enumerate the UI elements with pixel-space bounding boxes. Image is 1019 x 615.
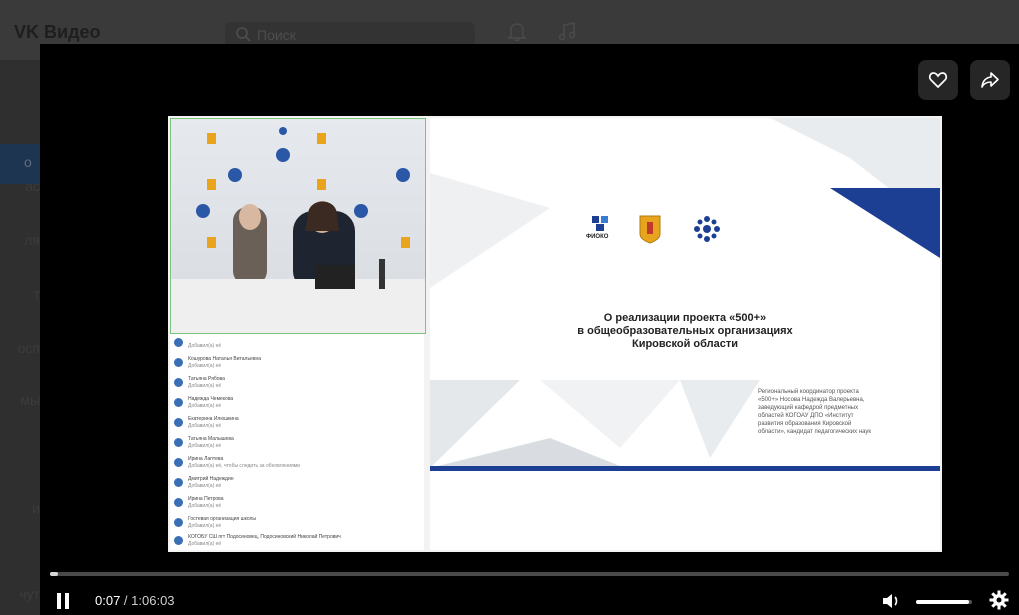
- volume-slider[interactable]: [916, 600, 972, 604]
- kirov-emblem: [639, 215, 661, 244]
- sidebar-item[interactable]: чут: [0, 586, 40, 606]
- like-button[interactable]: [918, 60, 958, 100]
- pause-icon: [57, 593, 61, 609]
- avatar: [174, 438, 183, 447]
- duration: 1:06:03: [131, 593, 175, 608]
- search-placeholder: Поиск: [257, 27, 296, 43]
- camera-feed: [170, 118, 426, 334]
- music-note-icon[interactable]: [556, 20, 578, 42]
- progress-bar[interactable]: [50, 572, 1009, 576]
- current-time: 0:07: [95, 593, 121, 608]
- volume-fill: [916, 600, 970, 604]
- slide-title: О реализации проекта «500+» в общеобразо…: [577, 312, 793, 350]
- volume-icon[interactable]: [882, 592, 902, 610]
- bell-icon[interactable]: [506, 20, 528, 42]
- video-player[interactable]: Добавил(а) её Кошурова Наталья Витальевн…: [40, 44, 1019, 615]
- sidebar-item[interactable]: мы: [0, 392, 40, 412]
- search-icon: [236, 27, 251, 42]
- sidebar-item[interactable]: осп: [0, 340, 40, 360]
- avatar: [174, 458, 183, 467]
- chat-panel: Добавил(а) её Кошурова Наталья Витальевн…: [170, 334, 424, 550]
- sidebar-behind-modal: о ас ля т осп мы и чут: [0, 60, 40, 615]
- ministry-emblem: [694, 216, 720, 242]
- avatar: [174, 378, 183, 387]
- presentation-slide: ФИОКО О реализации проекта «500+» в обще…: [430, 118, 940, 550]
- press-backdrop: [171, 127, 425, 333]
- time-display: 0:07 / 1:06:03: [95, 593, 175, 608]
- sidebar-item[interactable]: и: [0, 500, 40, 520]
- sidebar-item[interactable]: ля: [0, 232, 40, 252]
- sidebar-item[interactable]: ас: [0, 178, 40, 198]
- time-separator: /: [120, 593, 132, 608]
- sidebar-item[interactable]: т: [0, 286, 40, 306]
- speaker-info: Региональный координатор проекта «500+» …: [758, 389, 872, 435]
- gear-icon[interactable]: [989, 590, 1009, 610]
- avatar: [174, 338, 183, 347]
- avatar: [174, 498, 183, 507]
- pause-button[interactable]: [56, 593, 72, 609]
- fioko-logo: ФИОКО: [586, 214, 616, 244]
- avatar: [174, 478, 183, 487]
- share-icon: [981, 72, 999, 88]
- video-frame[interactable]: Добавил(а) её Кошурова Наталья Витальевн…: [168, 116, 942, 552]
- avatar: [174, 398, 183, 407]
- site-logo[interactable]: VK Видео: [14, 22, 101, 43]
- avatar: [174, 518, 183, 527]
- avatar: [174, 536, 183, 545]
- avatar: [174, 418, 183, 427]
- avatar: [174, 358, 183, 367]
- progress-fill: [50, 572, 58, 576]
- share-button[interactable]: [970, 60, 1010, 100]
- heart-icon: [928, 72, 948, 89]
